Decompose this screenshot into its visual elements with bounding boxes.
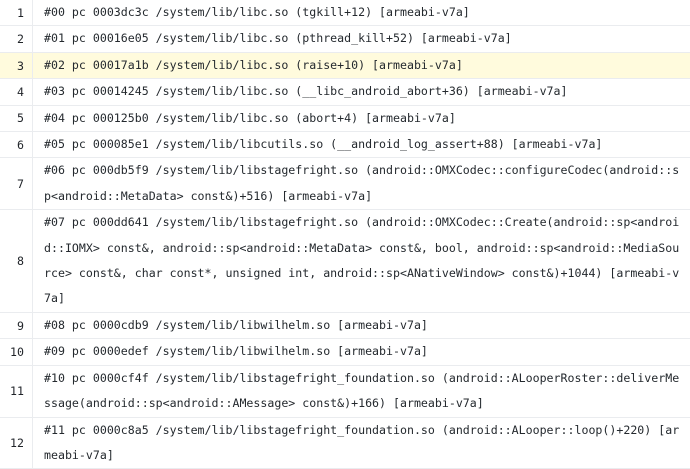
line-number[interactable]: 1 (0, 0, 33, 26)
code-line: 4 #03 pc 00014245 /system/lib/libc.so (_… (0, 79, 690, 105)
line-code: #08 pc 0000cdb9 /system/lib/libwilhelm.s… (33, 312, 690, 338)
code-line: 11 #10 pc 0000cf4f /system/lib/libstagef… (0, 365, 690, 417)
line-number[interactable]: 3 (0, 52, 33, 78)
line-number[interactable]: 4 (0, 79, 33, 105)
line-number[interactable]: 10 (0, 339, 33, 365)
code-line: 12 #11 pc 0000c8a5 /system/lib/libstagef… (0, 417, 690, 469)
line-number[interactable]: 7 (0, 158, 33, 210)
line-code: #03 pc 00014245 /system/lib/libc.so (__l… (33, 79, 690, 105)
line-code: #06 pc 000db5f9 /system/lib/libstagefrig… (33, 158, 690, 210)
line-number[interactable]: 5 (0, 105, 33, 131)
line-code: #01 pc 00016e05 /system/lib/libc.so (pth… (33, 26, 690, 52)
line-code: #11 pc 0000c8a5 /system/lib/libstagefrig… (33, 417, 690, 469)
code-line: 2 #01 pc 00016e05 /system/lib/libc.so (p… (0, 26, 690, 52)
code-line: 9 #08 pc 0000cdb9 /system/lib/libwilhelm… (0, 312, 690, 338)
line-number[interactable]: 12 (0, 417, 33, 469)
line-code: #07 pc 000dd641 /system/lib/libstagefrig… (33, 210, 690, 313)
code-line: 8 #07 pc 000dd641 /system/lib/libstagefr… (0, 210, 690, 313)
code-line: 1 #00 pc 0003dc3c /system/lib/libc.so (t… (0, 0, 690, 26)
line-code: #02 pc 00017a1b /system/lib/libc.so (rai… (33, 52, 690, 78)
code-line-highlighted: 3 #02 pc 00017a1b /system/lib/libc.so (r… (0, 52, 690, 78)
code-listing: 1 #00 pc 0003dc3c /system/lib/libc.so (t… (0, 0, 690, 469)
line-code: #09 pc 0000edef /system/lib/libwilhelm.s… (33, 339, 690, 365)
line-number[interactable]: 9 (0, 312, 33, 338)
code-line: 6 #05 pc 000085e1 /system/lib/libcutils.… (0, 132, 690, 158)
line-code: #05 pc 000085e1 /system/lib/libcutils.so… (33, 132, 690, 158)
line-number[interactable]: 8 (0, 210, 33, 313)
line-number[interactable]: 6 (0, 132, 33, 158)
code-line: 5 #04 pc 000125b0 /system/lib/libc.so (a… (0, 105, 690, 131)
line-code: #00 pc 0003dc3c /system/lib/libc.so (tgk… (33, 0, 690, 26)
line-code: #10 pc 0000cf4f /system/lib/libstagefrig… (33, 365, 690, 417)
line-number[interactable]: 11 (0, 365, 33, 417)
code-listing-body: 1 #00 pc 0003dc3c /system/lib/libc.so (t… (0, 0, 690, 469)
code-line: 10 #09 pc 0000edef /system/lib/libwilhel… (0, 339, 690, 365)
line-number[interactable]: 2 (0, 26, 33, 52)
code-line: 7 #06 pc 000db5f9 /system/lib/libstagefr… (0, 158, 690, 210)
line-code: #04 pc 000125b0 /system/lib/libc.so (abo… (33, 105, 690, 131)
